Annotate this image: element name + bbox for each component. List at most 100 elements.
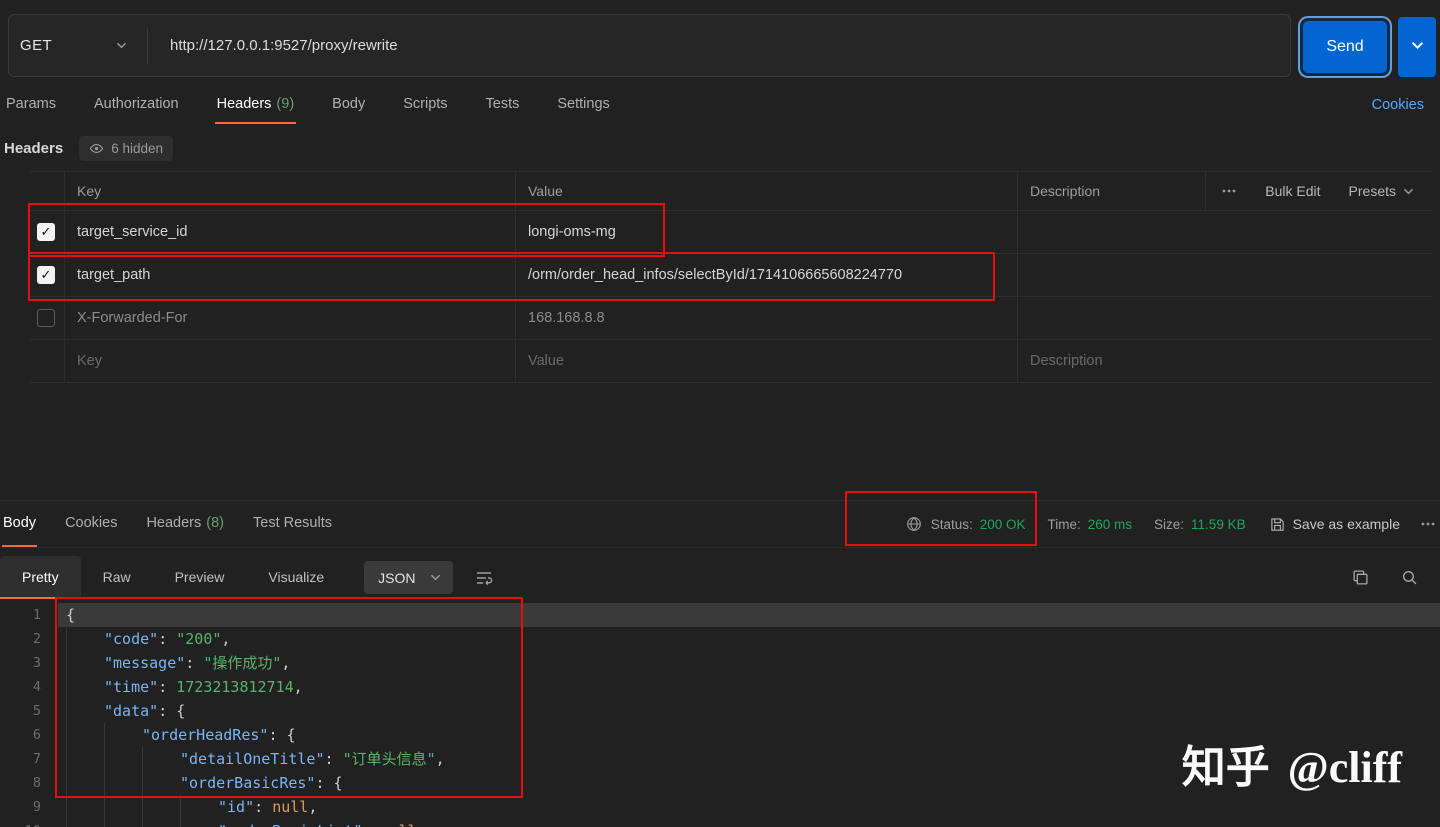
method-select[interactable]: GET [9, 15, 147, 76]
header-key-cell[interactable]: X-Forwarded-For [64, 297, 515, 339]
header-value-cell[interactable]: longi-oms-mg [515, 211, 1017, 253]
chevron-down-icon [116, 40, 127, 51]
table-actions: Bulk Edit Presets [1205, 172, 1432, 210]
line-number: 4 [32, 679, 41, 695]
status-value: 200 OK [979, 516, 1026, 532]
save-icon [1270, 517, 1285, 532]
response-more-actions-icon[interactable] [1420, 516, 1436, 532]
header-description-cell[interactable] [1017, 297, 1432, 339]
response-tab-body[interactable]: Body [2, 501, 38, 547]
tab-count: (9) [276, 96, 295, 112]
indent-guide [66, 795, 104, 819]
tab-count: (8) [206, 515, 224, 531]
indent-guide [66, 651, 104, 675]
indent-guide [180, 795, 218, 819]
indent-guide [142, 747, 180, 771]
checkbox-cell [30, 297, 64, 339]
token-punct: , [281, 654, 291, 672]
cookies-link[interactable]: Cookies [1372, 97, 1424, 113]
view-tab-pretty[interactable]: Pretty [0, 556, 81, 599]
response-tabs-row: Body Cookies Headers (8) Test Results Status… [0, 501, 1440, 548]
code-line: 2 "code": "200", [0, 627, 1440, 651]
postman-app: GET http://127.0.0.1:9527/proxy/rewrite … [0, 0, 1440, 827]
watermark: 知乎 @cliff [1182, 731, 1402, 795]
response-toolbar: Pretty Raw Preview Visualize JSON [0, 556, 1440, 599]
request-tab-body[interactable]: Body [330, 86, 367, 124]
token-punct: : [363, 822, 381, 827]
size-label: Size: [1154, 516, 1185, 532]
indent-guide [66, 675, 104, 699]
token-punct: , [293, 678, 303, 696]
format-select[interactable]: JSON [364, 561, 453, 594]
checkbox-cell: ✓ [30, 211, 64, 253]
tab-label: Scripts [403, 96, 448, 112]
tab-label: Authorization [93, 96, 179, 112]
presets-button[interactable]: Presets [1349, 183, 1414, 199]
code-line: 3 "message": "操作成功", [0, 651, 1440, 675]
indent-guide [66, 771, 104, 795]
send-options-button[interactable] [1398, 17, 1436, 77]
placeholder-value-cell[interactable]: Value [515, 340, 1017, 382]
hidden-headers-badge[interactable]: 6 hidden [79, 135, 174, 161]
line-number: 2 [32, 631, 41, 647]
header-key-cell[interactable]: target_path [64, 254, 515, 296]
token-punct: : [185, 654, 204, 672]
tab-label: Test Results [253, 515, 332, 531]
wrap-text-icon[interactable] [475, 569, 493, 587]
placeholder-description-cell[interactable]: Description [1017, 340, 1432, 382]
request-tab-authorization[interactable]: Authorization [92, 86, 181, 124]
chevron-down-icon [1403, 186, 1414, 197]
indent-guide [66, 699, 104, 723]
search-icon[interactable] [1401, 569, 1418, 586]
headers-table: Key Value Description Bulk Edit Presets … [30, 171, 1432, 383]
copy-icon[interactable] [1352, 569, 1369, 586]
header-key-cell[interactable]: target_service_id [64, 211, 515, 253]
placeholder-key-cell[interactable]: Key [64, 340, 515, 382]
table-placeholder-row: Key Value Description [30, 340, 1432, 383]
response-tab-headers[interactable]: Headers (8) [145, 501, 225, 547]
more-actions-icon[interactable] [1221, 183, 1237, 199]
token-punct: : { [315, 774, 343, 792]
request-tab-headers[interactable]: Headers (9) [214, 86, 297, 124]
token-key: "orderBasicRes" [180, 774, 316, 792]
response-tab-cookies[interactable]: Cookies [64, 501, 118, 547]
chevron-down-icon [1411, 39, 1424, 55]
checkbox-unchecked[interactable] [37, 309, 55, 327]
checkbox-cell: ✓ [30, 254, 64, 296]
tab-label: Headers [216, 96, 272, 112]
view-tab-preview[interactable]: Preview [153, 556, 247, 599]
indent-guide [104, 723, 142, 747]
toolbar-right-icons [1352, 569, 1440, 586]
method-label: GET [20, 37, 53, 54]
view-tab-raw[interactable]: Raw [81, 556, 153, 599]
tab-label: Tests [485, 96, 520, 112]
header-value-cell[interactable]: /orm/order_head_infos/selectById/1714106… [515, 254, 1017, 296]
token-key: "orderBasicList" [218, 822, 363, 827]
view-tab-visualize[interactable]: Visualize [246, 556, 346, 599]
bulk-edit-button[interactable]: Bulk Edit [1265, 183, 1320, 199]
url-input[interactable]: http://127.0.0.1:9527/proxy/rewrite [148, 37, 1290, 54]
checkbox-checked[interactable]: ✓ [37, 223, 55, 241]
request-tab-tests[interactable]: Tests [484, 86, 522, 124]
tab-label: Body [332, 96, 366, 112]
request-tab-settings[interactable]: Settings [555, 86, 611, 124]
response-tab-test-results[interactable]: Test Results [252, 501, 333, 547]
token-key: "message" [104, 654, 186, 672]
checkbox-checked[interactable]: ✓ [37, 266, 55, 284]
token-number: 1723213812714 [176, 678, 294, 696]
send-button[interactable]: Send [1300, 18, 1390, 76]
token-key: "id" [218, 798, 255, 816]
header-description-cell[interactable] [1017, 254, 1432, 296]
column-value: Value [515, 172, 1017, 210]
token-punct: : [324, 750, 343, 768]
header-description-cell[interactable] [1017, 211, 1432, 253]
line-content: "data": { [58, 699, 1440, 723]
header-value-cell[interactable]: 168.168.8.8 [515, 297, 1017, 339]
line-content: "id": null, [58, 795, 1440, 819]
request-tab-scripts[interactable]: Scripts [401, 86, 449, 124]
watermark-handle: @cliff [1287, 743, 1402, 792]
checkbox-cell [30, 340, 64, 382]
token-punct: , [221, 630, 231, 648]
save-as-example-button[interactable]: Save as example [1270, 516, 1400, 532]
request-tab-params[interactable]: Params [4, 86, 58, 124]
